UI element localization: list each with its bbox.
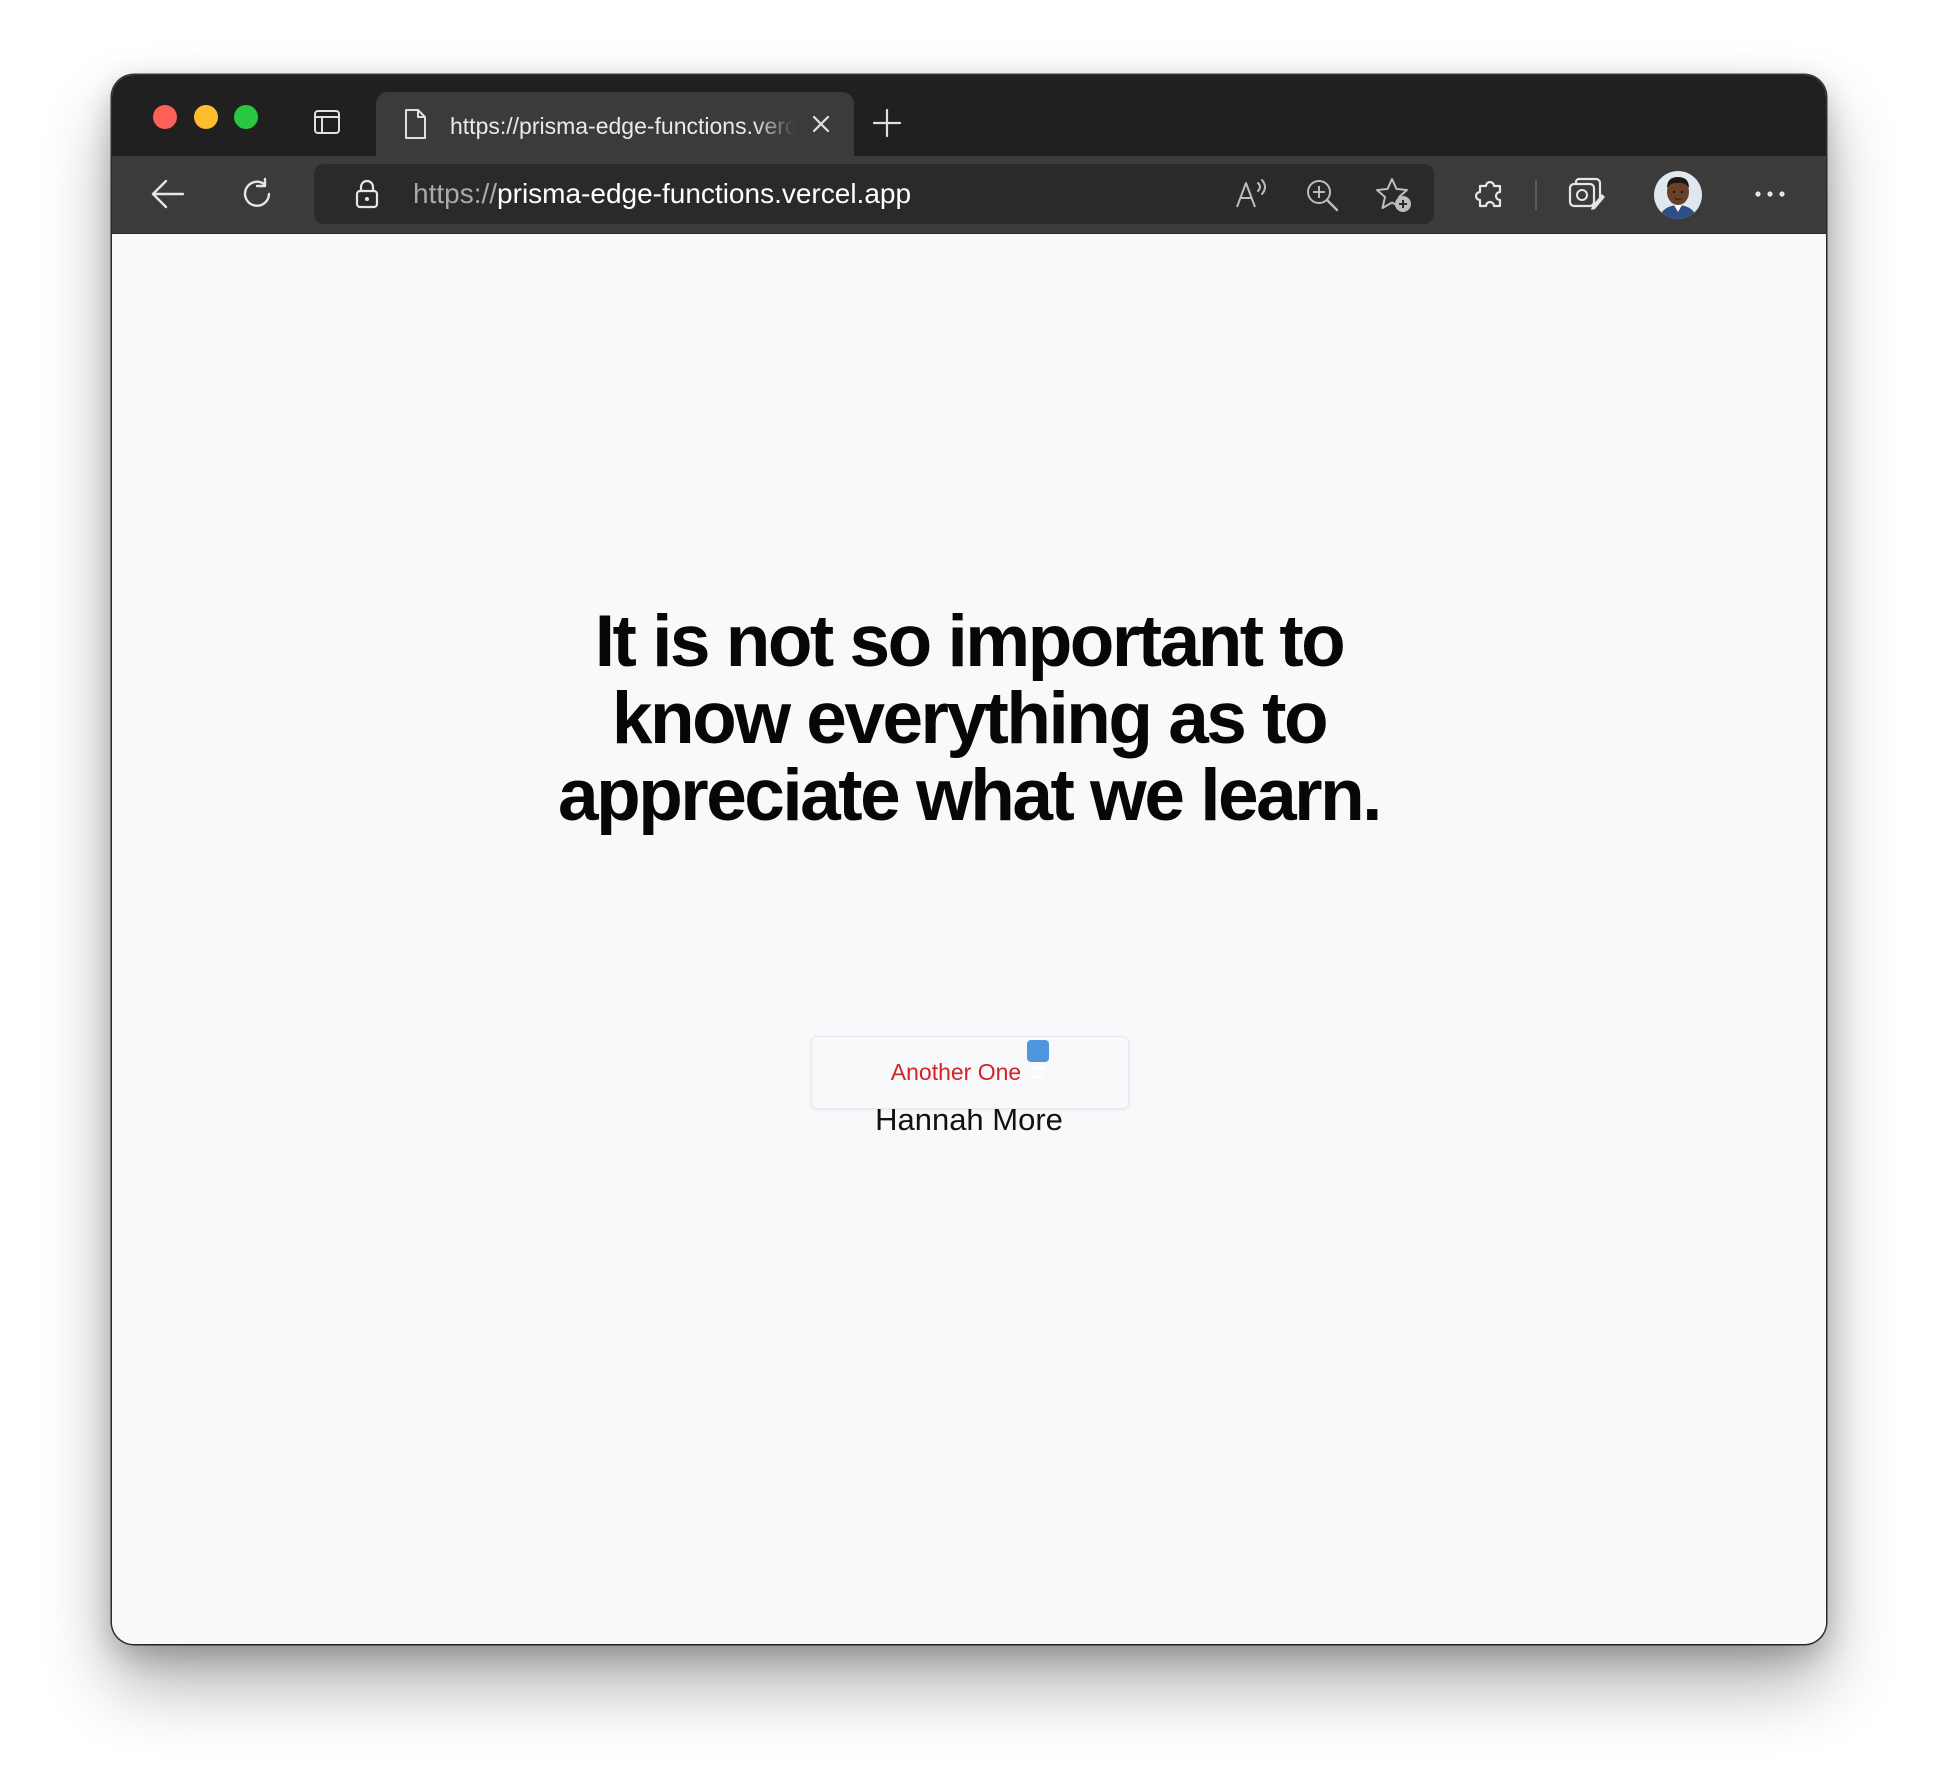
add-favorite-icon[interactable] [1374, 176, 1414, 214]
refresh-emoji-icon [1027, 1040, 1050, 1079]
close-icon[interactable] [809, 112, 833, 136]
close-window-button[interactable] [153, 105, 177, 129]
tab-title: https://prisma-edge-functions.vercel.app [450, 113, 795, 139]
plus-icon[interactable] [872, 108, 902, 138]
tab-strip: https://prisma-edge-functions.vercel.app [112, 75, 1826, 156]
more-icon[interactable] [1752, 184, 1788, 204]
tab-actions-icon[interactable] [312, 107, 342, 137]
extensions-icon[interactable] [1472, 176, 1508, 212]
zoom-in-icon[interactable] [1304, 177, 1340, 213]
collections-icon[interactable] [1566, 176, 1606, 212]
another-one-label: Another One [890, 1059, 1022, 1085]
address-bar[interactable]: https://prisma-edge-functions.vercel.app [314, 164, 1434, 224]
minimize-window-button[interactable] [194, 105, 218, 129]
active-tab[interactable]: https://prisma-edge-functions.vercel.app [376, 92, 854, 156]
url-scheme: https:// [413, 178, 498, 209]
another-one-button[interactable]: Another One [811, 1036, 1129, 1109]
page-icon [400, 107, 430, 141]
url-host: prisma-edge-functions.vercel.app [497, 178, 912, 209]
page-content: It is not so important to know everythin… [112, 234, 1826, 1644]
lock-icon[interactable] [352, 178, 382, 210]
quote-text: It is not so important to know everythin… [558, 601, 1382, 836]
read-aloud-icon[interactable] [1234, 177, 1270, 211]
browser-window: https://prisma-edge-functions.vercel.app [112, 75, 1826, 1644]
browser-toolbar: https://prisma-edge-functions.vercel.app [112, 156, 1826, 234]
avatar[interactable] [1653, 170, 1703, 220]
back-arrow-icon[interactable] [150, 176, 186, 212]
toolbar-divider [1535, 180, 1537, 210]
url-text[interactable]: https://prisma-edge-functions.vercel.app [413, 178, 911, 210]
zoom-window-button[interactable] [234, 105, 258, 129]
refresh-icon[interactable] [238, 175, 276, 213]
